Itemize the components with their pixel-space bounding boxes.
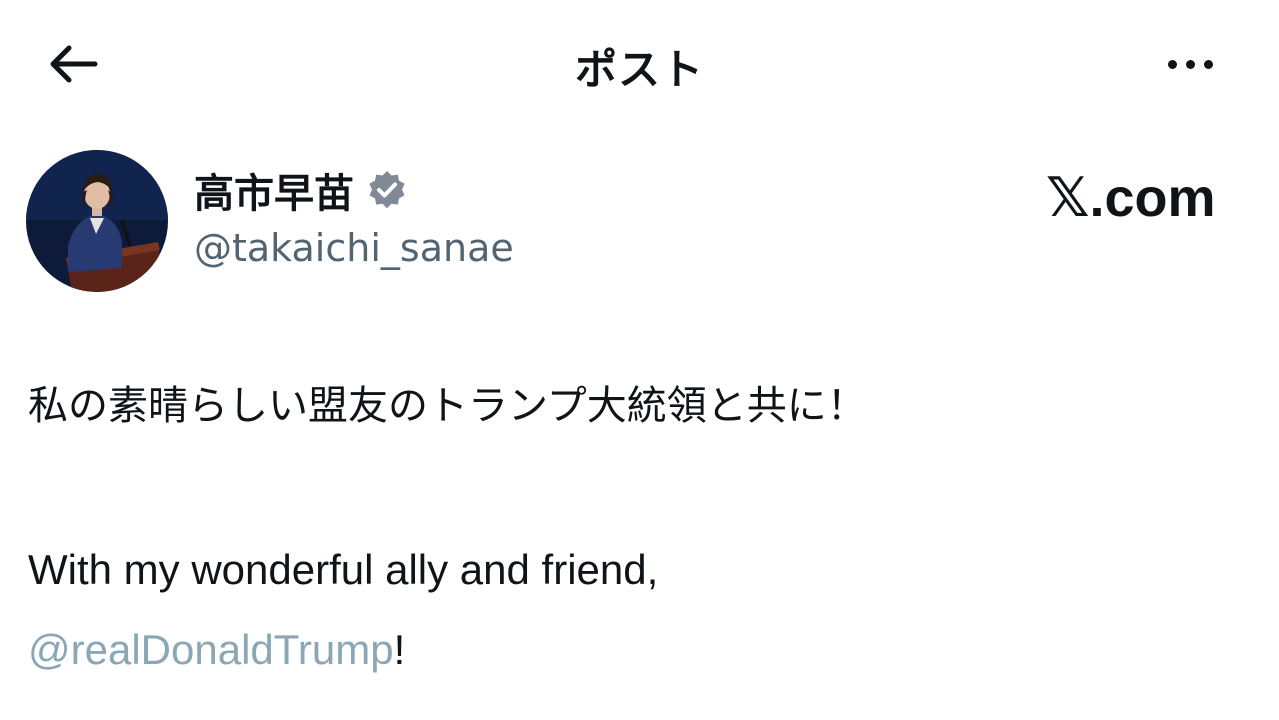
x-com-watermark: 𝕏.com	[1046, 168, 1216, 228]
more-dot	[1203, 59, 1213, 69]
more-dot	[1185, 59, 1195, 69]
verified-badge-icon	[369, 171, 405, 209]
mention-suffix: !	[393, 626, 406, 673]
top-bar: ポスト	[0, 0, 1279, 125]
post-text-english-line: With my wonderful ally and friend,	[28, 546, 659, 593]
avatar-image	[26, 150, 168, 292]
post-detail-page: ポスト 高市早苗 @takaichi_sanae 𝕏.com 私の素晴らしい盟友…	[0, 0, 1279, 720]
avatar[interactable]	[26, 150, 168, 292]
page-title: ポスト	[574, 45, 704, 94]
display-name-row: 高市早苗	[194, 162, 408, 218]
display-name[interactable]: 高市早苗	[194, 161, 354, 219]
post-text-japanese: 私の素晴らしい盟友のトランプ大統領と共に！	[28, 383, 867, 429]
more-options-button[interactable]	[1150, 40, 1230, 88]
mention-link[interactable]: @realDonaldTrump	[28, 626, 394, 673]
mention-line: @realDonaldTrump!	[28, 610, 658, 690]
more-horizontal-icon	[1167, 59, 1177, 69]
post-text-english: With my wonderful ally and friend, @real…	[28, 530, 658, 690]
user-handle[interactable]: @takaichi_sanae	[194, 226, 514, 270]
